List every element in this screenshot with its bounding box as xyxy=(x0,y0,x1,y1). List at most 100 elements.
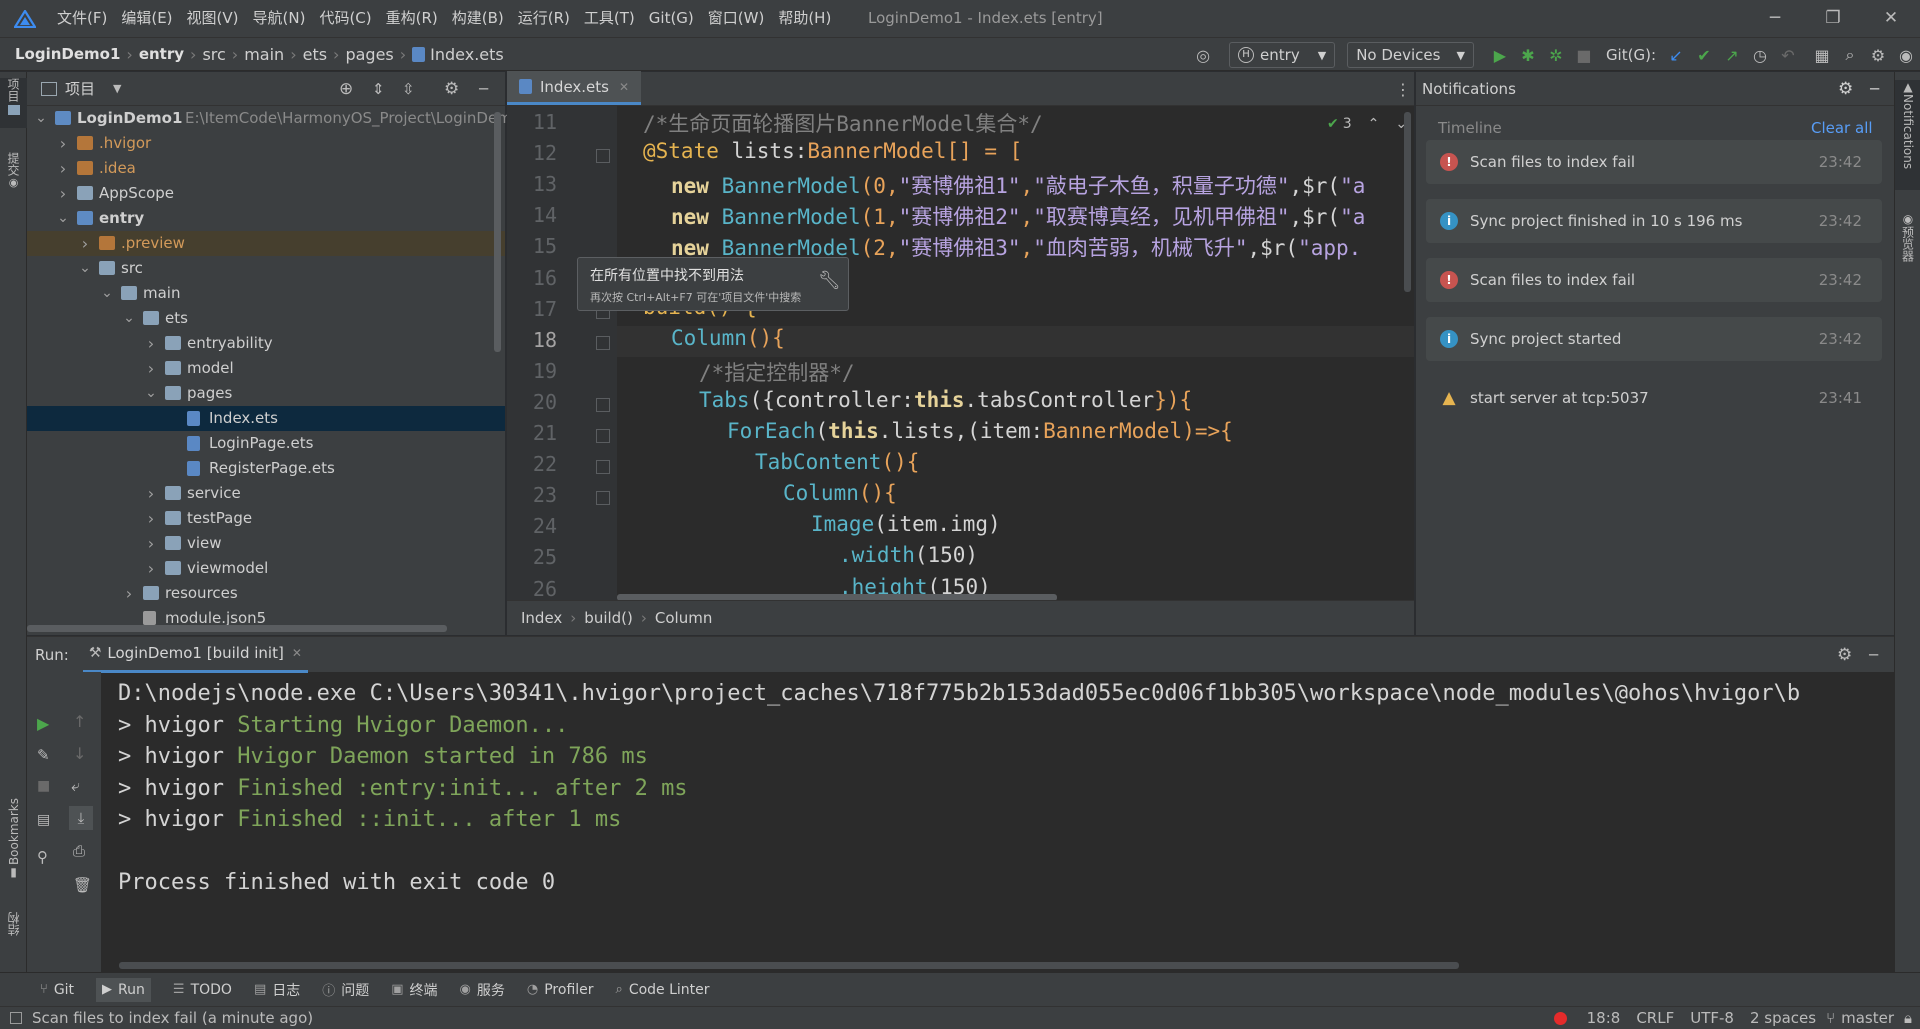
notification-card[interactable]: i Sync project finished in 10 s 196 ms 23:… xyxy=(1426,199,1882,243)
wrench-icon[interactable]: ✎ xyxy=(37,746,50,764)
tree-item[interactable]: › model xyxy=(27,356,505,381)
chevron-right-icon[interactable]: › xyxy=(145,331,157,356)
debug-icon[interactable]: ✱ xyxy=(1514,46,1542,65)
run-tab[interactable]: ⚒ LoginDemo1 [build init] ✕ xyxy=(82,637,308,673)
status-message[interactable]: Scan files to index fail (a minute ago) xyxy=(32,1009,313,1027)
project-panel-title[interactable]: 项目 xyxy=(65,78,95,99)
fold-marker-icon[interactable] xyxy=(596,429,610,443)
notification-card[interactable]: ! Scan files to index fail 23:42 xyxy=(1426,140,1882,184)
file-encoding[interactable]: UTF-8 xyxy=(1690,1009,1734,1027)
chevron-down-icon[interactable]: ⌄ xyxy=(145,381,157,406)
tree-item[interactable]: ⌄ src xyxy=(27,256,505,281)
crumb-index[interactable]: Index xyxy=(521,609,562,627)
close-icon[interactable]: ✕ xyxy=(1862,0,1920,37)
tree-item[interactable]: › .hvigor xyxy=(27,131,505,156)
menu-code[interactable]: 代码(C) xyxy=(312,0,378,37)
tree-item[interactable]: › AppScope xyxy=(27,181,505,206)
tab-code-linter[interactable]: ⌕ Code Linter xyxy=(616,982,710,998)
crumb-main[interactable]: main xyxy=(244,45,284,64)
attach-debugger-icon[interactable]: ✲ xyxy=(1542,46,1570,65)
tree-item[interactable]: ⌄ LoginDemo1 E:\ItemCode\HarmonyOS_Project… xyxy=(27,106,530,131)
git-commit-icon[interactable]: ✔ xyxy=(1690,46,1718,65)
chevron-right-icon[interactable]: › xyxy=(57,156,69,181)
menu-view[interactable]: 视图(V) xyxy=(180,0,246,37)
menu-navigate[interactable]: 导航(N) xyxy=(246,0,313,37)
wrench-icon[interactable]: 🔧︎ xyxy=(818,270,841,291)
tab-git[interactable]: ⑂ Git xyxy=(40,982,74,998)
tab-profiler[interactable]: ◔ Profiler xyxy=(527,982,594,998)
chevron-right-icon[interactable]: › xyxy=(145,506,157,531)
tree-item[interactable]: › testPage xyxy=(27,506,505,531)
git-branch[interactable]: master xyxy=(1841,1009,1894,1027)
close-icon[interactable]: ✕ xyxy=(619,80,629,94)
chevron-right-icon[interactable]: › xyxy=(79,231,91,256)
close-icon[interactable]: ✕ xyxy=(292,646,302,660)
git-update-icon[interactable]: ↙ xyxy=(1662,46,1690,65)
fold-marker-icon[interactable] xyxy=(596,335,610,350)
tab-index-ets[interactable]: Index.ets ✕ xyxy=(507,71,642,105)
tree-item[interactable]: RegisterPage.ets xyxy=(27,456,505,481)
chevron-down-icon[interactable]: ⌄ xyxy=(57,206,69,231)
tab-terminal[interactable]: ▣ 终端 xyxy=(391,980,437,1000)
up-arrow-icon[interactable]: ↑ xyxy=(73,712,86,731)
print-icon[interactable]: ⎙ xyxy=(73,842,85,860)
locate-icon[interactable]: ⊕ xyxy=(339,79,353,99)
device-selector[interactable]: No Devices ▼ xyxy=(1347,42,1474,68)
tree-item[interactable]: LoginPage.ets xyxy=(27,431,505,456)
search-icon[interactable]: ⌕ xyxy=(1836,45,1864,65)
tab-services[interactable]: ◉ 服务 xyxy=(460,980,505,1000)
pin-icon[interactable]: ⚲ xyxy=(37,848,48,866)
module-selector[interactable]: H entry ▼ xyxy=(1229,42,1336,68)
menu-tools[interactable]: 工具(T) xyxy=(577,0,642,37)
editor-vertical-scrollbar[interactable] xyxy=(1404,112,1411,292)
crumb-file[interactable]: Index.ets xyxy=(430,45,504,64)
menu-window[interactable]: 窗口(W) xyxy=(701,0,772,37)
chevron-right-icon[interactable]: › xyxy=(57,181,69,206)
tab-log[interactable]: ▤ 日志 xyxy=(254,980,300,1000)
crumb-ets[interactable]: ets xyxy=(303,45,327,64)
gear-icon[interactable]: ⚙ xyxy=(1864,46,1892,65)
tree-item[interactable]: ⌄ entry xyxy=(27,206,505,231)
project-tool-button[interactable]: 项目 xyxy=(0,78,27,128)
menu-help[interactable]: 帮助(H) xyxy=(771,0,838,37)
device-manager-icon[interactable]: ◉ xyxy=(1892,46,1920,65)
tab-run[interactable]: ▶ Run xyxy=(96,977,151,1002)
tree-vertical-scrollbar[interactable] xyxy=(494,112,501,352)
tree-item[interactable]: › viewmodel xyxy=(27,556,505,581)
chevron-right-icon[interactable]: › xyxy=(57,131,69,156)
hide-panel-icon[interactable]: ─ xyxy=(1870,80,1879,98)
clear-all-link[interactable]: Clear all xyxy=(1811,119,1873,137)
chevron-right-icon[interactable]: › xyxy=(145,481,157,506)
menu-git[interactable]: Git(G) xyxy=(642,0,701,37)
crumb-column[interactable]: Column xyxy=(655,609,712,627)
notification-card[interactable]: ▲ start server at tcp:5037 23:41 xyxy=(1426,376,1882,420)
minimize-icon[interactable]: ─ xyxy=(1746,0,1804,37)
chevron-down-icon[interactable]: ⌄ xyxy=(79,256,91,281)
run-icon[interactable]: ▶ xyxy=(1486,46,1514,65)
history-icon[interactable]: ◷ xyxy=(1746,46,1774,65)
bookmarks-tool-button[interactable]: Bookmarks ▮ xyxy=(0,798,27,898)
expand-all-icon[interactable]: ⇕ xyxy=(372,80,385,98)
chevron-right-icon[interactable]: › xyxy=(145,531,157,556)
fold-marker-icon[interactable] xyxy=(596,149,610,164)
tree-item[interactable]: › service xyxy=(27,481,505,506)
tree-item[interactable]: ⌄ main xyxy=(27,281,505,306)
chevron-right-icon[interactable]: › xyxy=(123,581,135,606)
chevron-right-icon[interactable]: › xyxy=(145,356,157,381)
caret-down-icon[interactable]: ▼ xyxy=(113,82,121,95)
gear-icon[interactable]: ⚙ xyxy=(1838,79,1853,99)
hide-panel-icon[interactable]: ─ xyxy=(479,80,488,98)
notification-card[interactable]: i Sync project started 23:42 xyxy=(1426,317,1882,361)
caret-position[interactable]: 18:8 xyxy=(1587,1009,1621,1027)
rerun-icon[interactable]: ▶ xyxy=(37,714,49,733)
target-icon[interactable]: ◎ xyxy=(1189,46,1217,65)
down-arrow-icon[interactable]: ↓ xyxy=(73,744,86,763)
structure-tool-button[interactable]: 结构 xyxy=(0,912,27,972)
tree-item[interactable]: › .preview xyxy=(27,231,505,256)
chevron-down-icon[interactable]: ⌄ xyxy=(35,106,47,131)
crumb-pages[interactable]: pages xyxy=(345,45,393,64)
tree-horizontal-scrollbar[interactable] xyxy=(27,625,447,632)
tree-item[interactable]: › .idea xyxy=(27,156,505,181)
inspection-widget[interactable]: ✔ 3 ⌃ ⌄ xyxy=(1327,116,1407,132)
tree-item[interactable]: ⌄ ets xyxy=(27,306,505,331)
